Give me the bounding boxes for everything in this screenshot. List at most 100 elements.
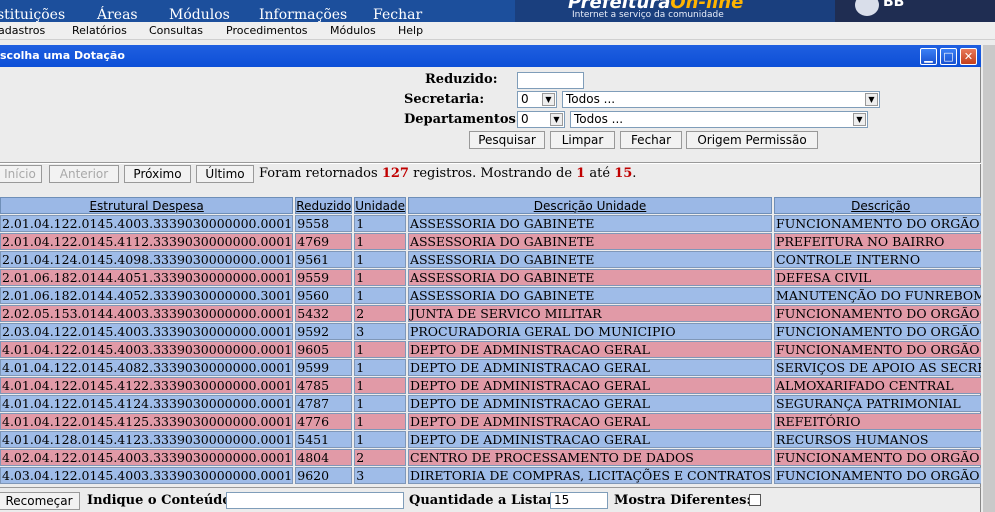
origem-permissao-button[interactable]: Origem Permissão	[686, 131, 818, 149]
cell-estrutural[interactable]: 4.01.04.122.0145.4082.3339030000000.0001	[0, 359, 294, 376]
nav-informacoes[interactable]: Informações	[259, 7, 347, 23]
cell-descricao[interactable]: MANUTENÇÃO DO FUNREBOM	[774, 287, 981, 304]
cell-descricao[interactable]: FUNCIONAMENTO DO ORGÃO	[774, 305, 981, 322]
cell-descricao[interactable]: ALMOXARIFADO CENTRAL	[774, 377, 981, 394]
cell-estrutural[interactable]: 4.02.04.122.0145.4003.3339030000000.0001	[0, 449, 294, 466]
fechar-button[interactable]: Fechar	[620, 131, 682, 149]
cell-reduzido[interactable]: 9605	[295, 341, 353, 358]
cell-reduzido[interactable]: 9559	[295, 269, 353, 286]
cell-unidade[interactable]: 1	[354, 341, 406, 358]
cell-unidade[interactable]: 3	[354, 467, 406, 484]
cell-estrutural[interactable]: 2.01.04.122.0145.4112.3339030000000.0001	[0, 233, 294, 250]
departamentos-code-select[interactable]: 0 ▼	[517, 111, 565, 128]
cell-unidade[interactable]: 1	[354, 359, 406, 376]
cell-unidade[interactable]: 1	[354, 215, 406, 232]
cell-descricao-unidade[interactable]: DEPTO DE ADMINISTRACAO GERAL	[407, 377, 773, 394]
column-header-estrutural[interactable]: Estrutural Despesa	[0, 197, 294, 214]
cell-reduzido[interactable]: 9620	[295, 467, 353, 484]
minimize-button[interactable]: ▁	[920, 48, 937, 65]
cell-estrutural[interactable]: 2.01.06.182.0144.4051.3339030000000.0001	[0, 269, 294, 286]
nav-areas[interactable]: Áreas	[97, 7, 138, 23]
cell-descricao[interactable]: FUNCIONAMENTO DO ORGÃO	[774, 467, 981, 484]
table-row[interactable]: 2.01.04.122.0145.4112.3339030000000.0001…	[0, 233, 981, 250]
cell-descricao-unidade[interactable]: ASSESSORIA DO GABINETE	[407, 287, 773, 304]
cell-estrutural[interactable]: 4.01.04.122.0145.4003.3339030000000.0001	[0, 341, 294, 358]
cell-unidade[interactable]: 1	[354, 377, 406, 394]
cell-unidade[interactable]: 1	[354, 395, 406, 412]
cell-unidade[interactable]: 1	[354, 413, 406, 430]
cell-descricao[interactable]: CONTROLE INTERNO	[774, 251, 981, 268]
cell-descricao-unidade[interactable]: PROCURADORIA GERAL DO MUNICIPIO	[407, 323, 773, 340]
cell-descricao-unidade[interactable]: DEPTO DE ADMINISTRACAO GERAL	[407, 359, 773, 376]
cell-estrutural[interactable]: 4.01.04.122.0145.4122.3339030000000.0001	[0, 377, 294, 394]
reduzido-input[interactable]	[517, 72, 584, 89]
cell-unidade[interactable]: 2	[354, 449, 406, 466]
table-row[interactable]: 4.01.04.128.0145.4123.3339030000000.0001…	[0, 431, 981, 448]
cell-reduzido[interactable]: 9561	[295, 251, 353, 268]
proximo-button[interactable]: Próximo	[124, 165, 191, 183]
cell-unidade[interactable]: 1	[354, 269, 406, 286]
menu-procedimentos[interactable]: Procedimentos	[226, 24, 308, 37]
inicio-button[interactable]: Início	[0, 165, 42, 183]
cell-reduzido[interactable]: 4804	[295, 449, 353, 466]
ultimo-button[interactable]: Último	[196, 165, 254, 183]
table-row[interactable]: 2.01.04.124.0145.4098.3339030000000.0001…	[0, 251, 981, 268]
cell-descricao[interactable]: PREFEITURA NO BAIRRO	[774, 233, 981, 250]
cell-estrutural[interactable]: 2.01.04.124.0145.4098.3339030000000.0001	[0, 251, 294, 268]
maximize-button[interactable]: □	[940, 48, 957, 65]
column-header-reduzido[interactable]: Reduzido	[295, 197, 353, 214]
mostra-diferentes-checkbox[interactable]	[749, 494, 761, 506]
dialog-titlebar[interactable]: scolha uma Dotação ▁ □ ✕	[0, 45, 981, 67]
cell-unidade[interactable]: 1	[354, 287, 406, 304]
cell-descricao[interactable]: FUNCIONAMENTO DO ORGÃO	[774, 323, 981, 340]
column-header-descricao[interactable]: Descrição	[774, 197, 981, 214]
anterior-button[interactable]: Anterior	[49, 165, 119, 183]
limpar-button[interactable]: Limpar	[550, 131, 615, 149]
cell-descricao[interactable]: RECURSOS HUMANOS	[774, 431, 981, 448]
cell-descricao-unidade[interactable]: ASSESSORIA DO GABINETE	[407, 269, 773, 286]
cell-reduzido[interactable]: 9599	[295, 359, 353, 376]
cell-unidade[interactable]: 1	[354, 233, 406, 250]
cell-descricao-unidade[interactable]: DEPTO DE ADMINISTRACAO GERAL	[407, 341, 773, 358]
cell-reduzido[interactable]: 4785	[295, 377, 353, 394]
departamentos-name-select[interactable]: Todos ... ▼	[570, 111, 868, 128]
cell-descricao[interactable]: SERVIÇOS DE APOIO AS SECRE	[774, 359, 981, 376]
pesquisar-button[interactable]: Pesquisar	[469, 131, 545, 149]
table-row[interactable]: 2.01.04.122.0145.4003.3339030000000.0001…	[0, 215, 981, 232]
cell-descricao-unidade[interactable]: JUNTA DE SERVICO MILITAR	[407, 305, 773, 322]
cell-descricao-unidade[interactable]: CENTRO DE PROCESSAMENTO DE DADOS	[407, 449, 773, 466]
cell-estrutural[interactable]: 2.02.05.153.0144.4003.3339030000000.0001	[0, 305, 294, 322]
cell-descricao[interactable]: FUNCIONAMENTO DO ORGÃO	[774, 215, 981, 232]
secretaria-name-select[interactable]: Todos ... ▼	[562, 91, 880, 108]
cell-descricao[interactable]: DEFESA CIVIL	[774, 269, 981, 286]
quantidade-input[interactable]: 15	[550, 492, 608, 509]
column-header-descricao-unidade[interactable]: Descrição Unidade	[407, 197, 773, 214]
table-row[interactable]: 2.01.06.182.0144.4051.3339030000000.0001…	[0, 269, 981, 286]
recomecar-button[interactable]: Recomeçar	[0, 492, 80, 510]
cell-reduzido[interactable]: 9592	[295, 323, 353, 340]
cell-descricao-unidade[interactable]: ASSESSORIA DO GABINETE	[407, 233, 773, 250]
cell-estrutural[interactable]: 2.03.04.122.0145.4003.3339030000000.0001	[0, 323, 294, 340]
cell-reduzido[interactable]: 4769	[295, 233, 353, 250]
cell-unidade[interactable]: 3	[354, 323, 406, 340]
cell-reduzido[interactable]: 9558	[295, 215, 353, 232]
cell-reduzido[interactable]: 5451	[295, 431, 353, 448]
cell-estrutural[interactable]: 2.01.06.182.0144.4052.3339030000000.3001	[0, 287, 294, 304]
cell-descricao-unidade[interactable]: ASSESSORIA DO GABINETE	[407, 251, 773, 268]
secretaria-code-select[interactable]: 0 ▼	[517, 91, 557, 108]
menu-modulos[interactable]: Módulos	[330, 24, 376, 37]
cell-descricao-unidade[interactable]: ASSESSORIA DO GABINETE	[407, 215, 773, 232]
table-row[interactable]: 4.01.04.122.0145.4125.3339030000000.0001…	[0, 413, 981, 430]
table-row[interactable]: 4.01.04.122.0145.4082.3339030000000.0001…	[0, 359, 981, 376]
nav-fechar[interactable]: Fechar	[373, 7, 422, 23]
cell-estrutural[interactable]: 2.01.04.122.0145.4003.3339030000000.0001	[0, 215, 294, 232]
column-header-unidade[interactable]: Unidade	[354, 197, 406, 214]
cell-reduzido[interactable]: 4787	[295, 395, 353, 412]
indique-input[interactable]	[226, 492, 404, 509]
table-row[interactable]: 2.01.06.182.0144.4052.3339030000000.3001…	[0, 287, 981, 304]
menu-cadastros[interactable]: adastros	[0, 24, 45, 37]
table-row[interactable]: 4.03.04.122.0145.4003.3339030000000.0001…	[0, 467, 981, 484]
menu-help[interactable]: Help	[398, 24, 423, 37]
nav-modulos[interactable]: Módulos	[169, 7, 230, 23]
table-row[interactable]: 4.01.04.122.0145.4124.3339030000000.0001…	[0, 395, 981, 412]
